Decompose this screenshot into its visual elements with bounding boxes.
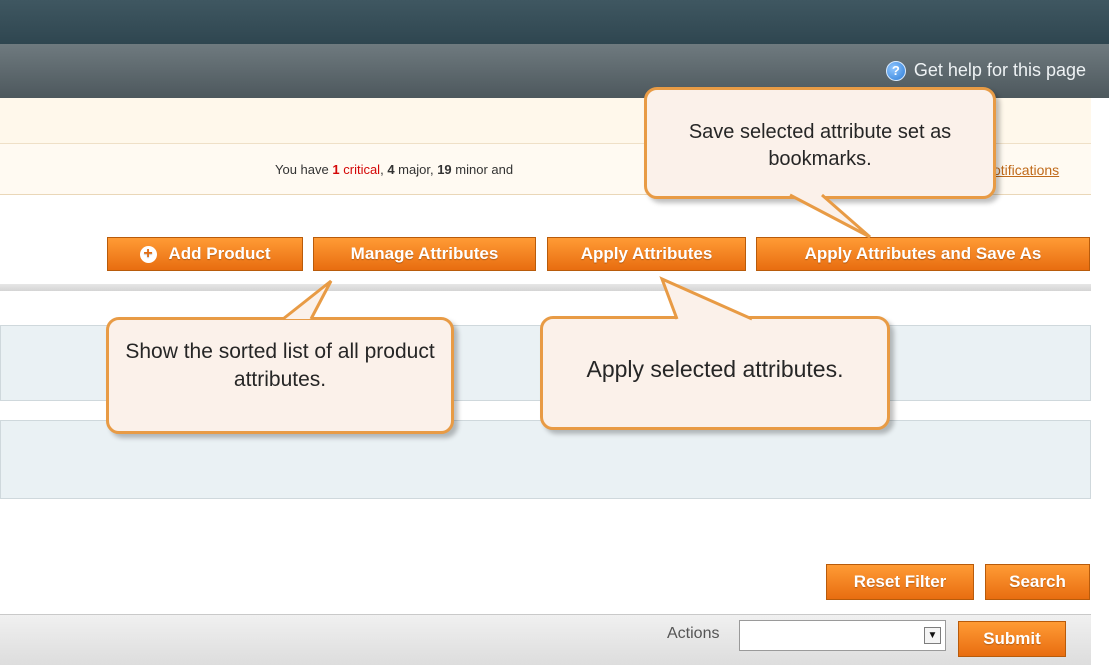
notification-message: You have 1 critical, 4 major, 19 minor a… — [275, 162, 514, 177]
sorted-list-callout-pointer — [282, 279, 333, 321]
sorted-list-callout: Show the sorted list of all product attr… — [106, 317, 454, 434]
apply-attributes-button[interactable]: Apply Attributes — [547, 237, 746, 271]
bookmark-callout-pointer — [789, 193, 871, 239]
toolbar-divider — [0, 284, 1091, 291]
apply-selected-callout-pointer — [659, 276, 753, 321]
add-product-button[interactable]: + Add Product — [107, 237, 303, 271]
admin-top-navigation — [0, 0, 1109, 44]
bookmark-callout: Save selected attribute set as bookmarks… — [644, 87, 996, 199]
view-notifications-link[interactable]: otifications — [993, 162, 1059, 178]
manage-attributes-button[interactable]: Manage Attributes — [313, 237, 536, 271]
chevron-down-icon[interactable]: ▼ — [924, 627, 941, 644]
reset-filter-button[interactable]: Reset Filter — [826, 564, 974, 600]
apply-selected-callout: Apply selected attributes. — [540, 316, 890, 430]
actions-label: Actions — [667, 625, 720, 642]
submit-button[interactable]: Submit — [958, 621, 1066, 657]
help-link-text: Get help for this page — [913, 60, 1086, 80]
apply-attributes-save-as-button[interactable]: Apply Attributes and Save As — [756, 237, 1090, 271]
help-circle-icon: ? — [885, 60, 906, 81]
search-button[interactable]: Search — [985, 564, 1090, 600]
actions-select[interactable] — [739, 620, 946, 651]
get-help-link[interactable]: ? Get help for this page — [885, 60, 1086, 81]
plus-icon: + — [139, 245, 157, 263]
